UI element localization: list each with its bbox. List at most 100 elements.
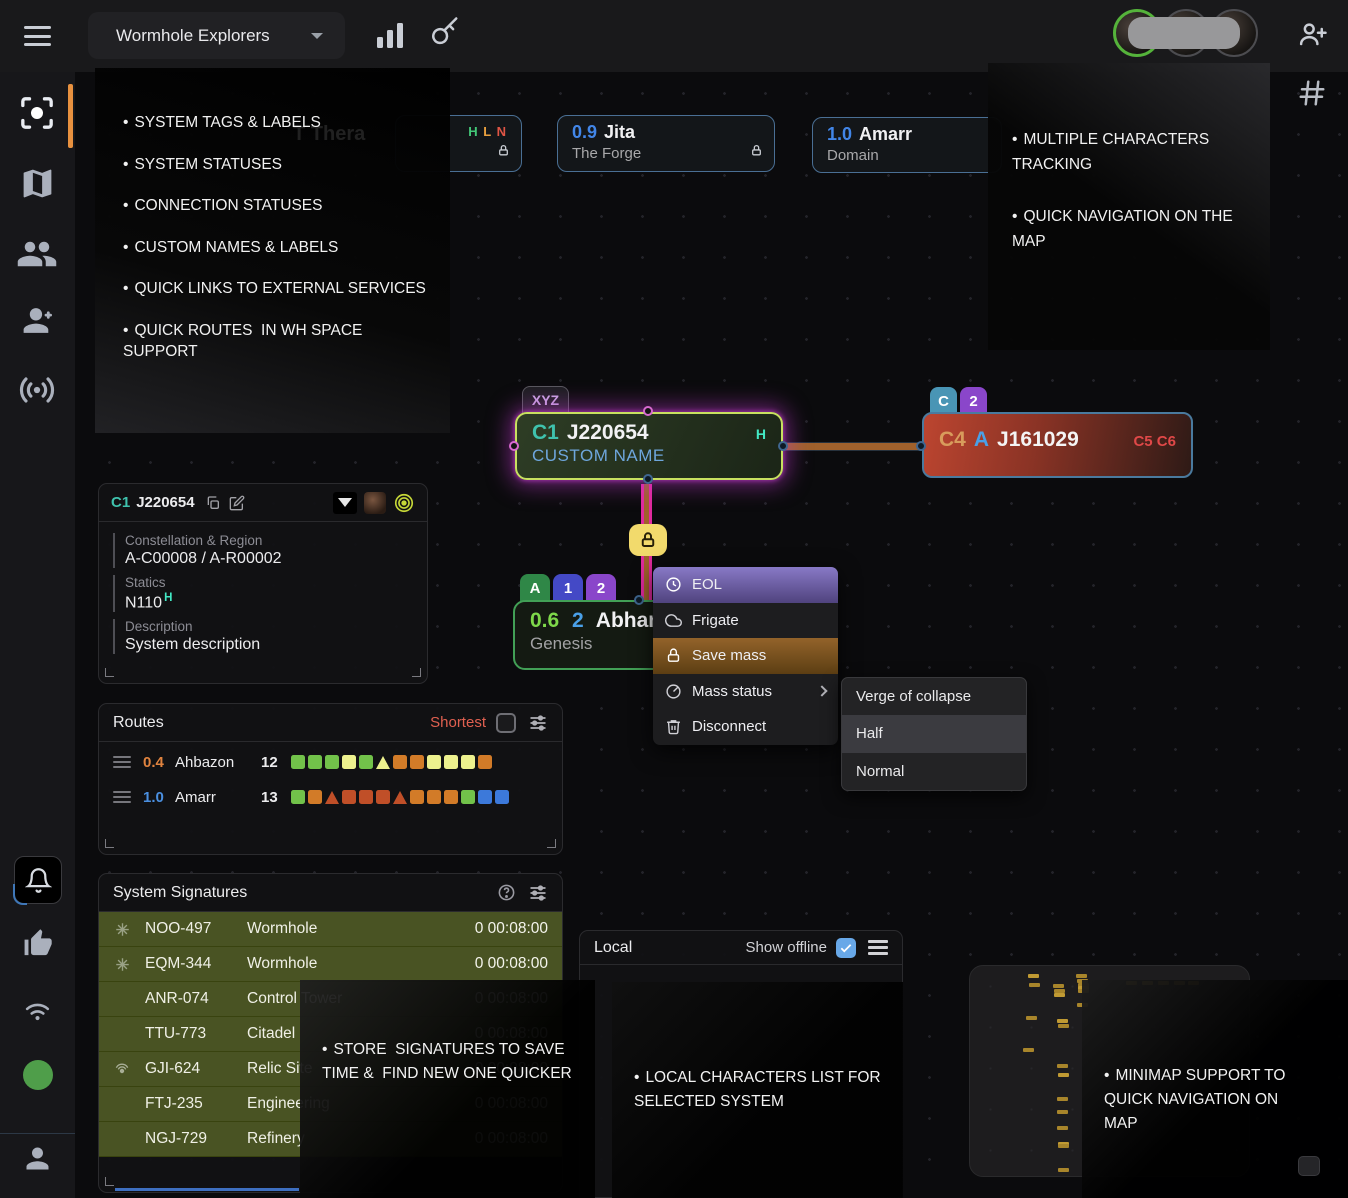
drag-handle-icon[interactable] [113,788,131,806]
connection-handle[interactable] [643,406,653,416]
hash-icon[interactable] [1297,78,1327,113]
signature-id: NGJ-729 [145,1130,247,1148]
copy-icon[interactable] [205,495,221,511]
focus-icon[interactable] [17,93,57,138]
chevron-right-icon [816,686,827,697]
route-jump-square [342,790,356,804]
wifi-icon[interactable] [22,994,53,1030]
route-jump-square [478,755,492,769]
route-strip [291,755,492,769]
minimap-system-mark [1057,1019,1068,1023]
feature-item: •QUICK NAVIGATION ON THE MAP [1012,204,1254,254]
mass-lock-badge[interactable] [629,524,667,556]
ship-icon[interactable] [333,492,357,514]
resize-handle[interactable] [547,839,556,848]
system-node-amarr[interactable]: 1.0Amarr Domain [812,117,1002,173]
user-add-icon[interactable] [19,302,56,344]
route-jump-square [444,755,458,769]
system-labels: H L N [468,124,507,139]
menu-item-frigate[interactable]: Frigate [653,603,838,639]
check-icon [839,941,853,955]
system-node-c1[interactable]: C1 J220654 H CUSTOM NAME [515,412,783,480]
routes-list: 0.4Ahbazon12 1.0Amarr13 [99,747,562,812]
count-tag: 2 [960,387,987,415]
signature-row[interactable]: NOO-497Wormhole0 00:08:00 [99,912,562,947]
effect-label: A [974,428,989,452]
security-status: 0.9 [572,122,597,142]
panel-menu-icon[interactable] [868,937,888,959]
minimap-system-mark [1057,1064,1068,1068]
signature-type: Wormhole [247,955,475,973]
wormhole-connection[interactable] [785,443,922,450]
menu-item-save-mass[interactable]: Save mass [653,638,838,674]
minimap-system-mark [1054,993,1065,997]
features-overlay-left: •SYSTEM TAGS & LABELS•SYSTEM STATUSES•CO… [95,68,450,433]
submenu-item-half[interactable]: Half [842,715,1026,752]
resize-handle[interactable] [105,668,114,677]
route-row[interactable]: 0.4Ahbazon12 [99,747,562,777]
letter-tag: A [520,574,550,602]
panel-title: Routes [113,714,164,732]
menu-item-disconnect[interactable]: Disconnect [653,709,838,745]
menu-item-eol[interactable]: EOL [653,567,838,603]
drag-handle-icon[interactable] [113,753,131,771]
sidebar [0,72,75,1198]
signature-type: Wormhole [247,920,475,938]
connection-handle[interactable] [643,474,653,484]
menu-item-mass-status[interactable]: Mass status [653,674,838,710]
signature-row[interactable]: EQM-344Wormhole0 00:08:00 [99,947,562,982]
connection-handle[interactable] [778,441,788,451]
route-jump-triangle [325,791,339,804]
show-offline-checkbox[interactable] [836,938,856,958]
minimap-control[interactable] [1298,1156,1320,1176]
system-node-jita[interactable]: 0.9Jita The Forge [557,115,775,172]
route-jump-triangle [376,756,390,769]
edit-icon[interactable] [229,495,245,511]
minimap-system-mark [1028,974,1039,978]
menu-icon[interactable] [24,26,51,46]
wormhole-icon [99,922,145,937]
character-avatar[interactable] [364,492,386,514]
system-node-c4[interactable]: C4 A J161029 C5 C6 [922,412,1193,478]
minimap-system-mark [1057,1097,1068,1101]
route-mode-checkbox[interactable] [496,713,516,733]
cloud-icon [665,612,682,629]
sliders-icon[interactable] [528,713,548,733]
resize-handle[interactable] [105,1177,114,1186]
thumbs-up-icon[interactable] [22,928,53,964]
user-icon[interactable] [21,1142,54,1180]
routes-panel: Routes Shortest 0.4Ahbazon12 1.0Amarr13 [98,703,563,855]
user-add-icon[interactable] [1298,19,1328,54]
bar-chart-icon[interactable] [377,22,405,48]
connection-handle[interactable] [634,595,644,605]
feature-item: •CUSTOM NAMES & LABELS [123,237,430,258]
route-jump-square [359,755,373,769]
feature-item: •SYSTEM STATUSES [123,154,430,175]
route-jump-square [410,790,424,804]
connection-handle[interactable] [509,441,519,451]
submenu-item-verge[interactable]: Verge of collapse [842,678,1026,715]
broadcast-icon[interactable] [16,369,58,416]
users-icon[interactable] [16,233,58,280]
system-name: J220654 [136,494,194,511]
route-jump-square [444,790,458,804]
route-jump-square [427,790,441,804]
map-selector-dropdown[interactable]: Wormhole Explorers [88,12,345,59]
route-mode-label[interactable]: Shortest [430,714,486,731]
resize-handle[interactable] [105,839,114,848]
online-status-dot[interactable] [23,1060,53,1090]
count-tag: 2 [586,574,616,602]
security-status: 0.4 [143,754,175,771]
connection-handle[interactable] [916,441,926,451]
minimap-system-mark [1029,983,1040,987]
sliders-icon[interactable] [528,883,548,903]
feature-item: •MULTIPLE CHARACTERS TRACKING [1012,127,1254,177]
info-panel-header: C1 J220654 [99,484,427,522]
submenu-item-normal[interactable]: Normal [842,753,1026,790]
map-icon[interactable] [19,165,56,207]
key-icon[interactable] [430,16,460,51]
resize-handle[interactable] [412,668,421,677]
wormhole-effect-icon[interactable] [393,492,415,514]
help-icon[interactable] [497,883,516,902]
route-row[interactable]: 1.0Amarr13 [99,782,562,812]
